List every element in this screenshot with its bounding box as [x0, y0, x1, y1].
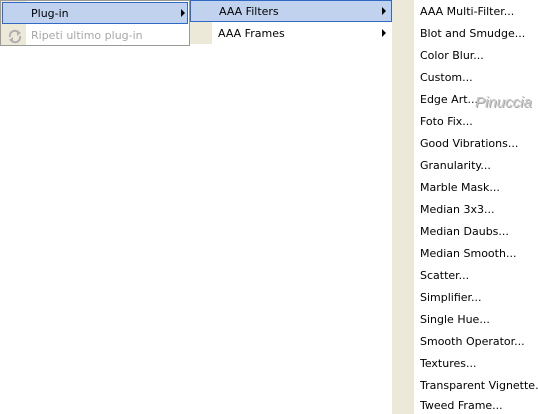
- menu-item-label: Custom...: [420, 70, 473, 84]
- menu-item-filter[interactable]: Simplifier...: [392, 286, 538, 308]
- menu-item-filter[interactable]: Good Vibrations...: [392, 132, 538, 154]
- menu-item-label: Tweed Frame...: [420, 398, 503, 412]
- menu-item-aaa-filters[interactable]: AAA Filters: [190, 0, 392, 22]
- menu-item-label: Foto Fix...: [420, 114, 473, 128]
- menu-item-label: Textures...: [420, 356, 477, 370]
- menu-item-filter[interactable]: Custom...: [392, 66, 538, 88]
- menu-item-filter[interactable]: Median Daubs...: [392, 220, 538, 242]
- menu-item-filter[interactable]: AAA Multi-Filter...: [392, 0, 538, 22]
- menu-item-filter[interactable]: Median 3x3...: [392, 198, 538, 220]
- menu-item-filter[interactable]: Scatter...: [392, 264, 538, 286]
- submenu-arrow-icon: [181, 9, 185, 17]
- menu-item-label: Color Blur...: [420, 48, 484, 62]
- refresh-icon: [8, 29, 22, 44]
- menu-item-label: Scatter...: [420, 268, 470, 282]
- menu-item-filter[interactable]: Tweed Frame...: [392, 396, 538, 414]
- watermark: Pinuccia: [475, 94, 532, 111]
- menu-item-plug-in[interactable]: Plug-in: [2, 2, 188, 24]
- menu-item-label: AAA Filters: [219, 4, 279, 18]
- plugins-submenu: AAA Filters AAA Frames: [190, 0, 392, 44]
- main-menu: Plug-in Ripeti ultimo plug-in: [0, 0, 190, 46]
- submenu-arrow-icon: [382, 29, 386, 37]
- aaa-filters-submenu: AAA Multi-Filter... Blot and Smudge... C…: [392, 0, 538, 414]
- menu-item-filter[interactable]: Color Blur...: [392, 44, 538, 66]
- menu-item-label: Ripeti ultimo plug-in: [31, 28, 143, 42]
- menu-item-label: Single Hue...: [420, 312, 490, 326]
- menu-item-filter[interactable]: Single Hue...: [392, 308, 538, 330]
- menu-item-label: Transparent Vignette...: [420, 378, 538, 392]
- submenu-arrow-icon: [382, 7, 386, 15]
- menu-item-filter[interactable]: Marble Mask...: [392, 176, 538, 198]
- menu-item-filter[interactable]: Granularity...: [392, 154, 538, 176]
- menu-item-repeat-last-plug-in: Ripeti ultimo plug-in: [2, 24, 188, 46]
- menu-item-label: Blot and Smudge...: [420, 26, 526, 40]
- menu-item-label: Edge Art...: [420, 92, 479, 106]
- menu-item-label: Granularity...: [420, 158, 491, 172]
- menu-item-label: AAA Multi-Filter...: [420, 4, 515, 18]
- menu-item-filter[interactable]: Textures...: [392, 352, 538, 374]
- menu-item-label: Median Daubs...: [420, 224, 509, 238]
- menu-item-aaa-frames[interactable]: AAA Frames: [190, 22, 392, 44]
- menu-item-label: AAA Frames: [218, 26, 285, 40]
- menu-item-filter[interactable]: Smooth Operator...: [392, 330, 538, 352]
- menu-item-filter[interactable]: Blot and Smudge...: [392, 22, 538, 44]
- menu-item-label: Median Smooth...: [420, 246, 517, 260]
- menu-item-label: Plug-in: [31, 6, 69, 20]
- menu-item-label: Good Vibrations...: [420, 136, 519, 150]
- menu-item-label: Smooth Operator...: [420, 334, 525, 348]
- menu-item-label: Simplifier...: [420, 290, 482, 304]
- menu-item-filter[interactable]: Transparent Vignette...: [392, 374, 538, 396]
- menu-item-label: Median 3x3...: [420, 202, 495, 216]
- menu-item-label: Marble Mask...: [420, 180, 500, 194]
- menu-item-filter[interactable]: Median Smooth...: [392, 242, 538, 264]
- menu-item-filter[interactable]: Foto Fix...: [392, 110, 538, 132]
